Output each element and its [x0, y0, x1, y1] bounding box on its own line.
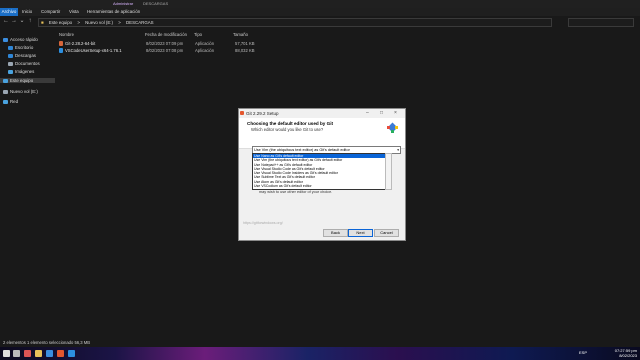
context-tab-label: Administrar	[113, 1, 134, 6]
tab-herramientas[interactable]: Herramientas de aplicación	[87, 9, 140, 14]
start-icon[interactable]	[3, 350, 10, 357]
address-bar[interactable]: ■ Este equipo > Nuevo vol (E:) > DESCARG…	[38, 18, 552, 27]
clock-date: 8/02/2023	[619, 353, 637, 358]
breadcrumb-drive[interactable]: Nuevo vol (E:)	[85, 20, 113, 25]
tab-inicio[interactable]: Inicio	[22, 9, 32, 14]
file-list-header: Nombre Fecha de modificación Tipo Tamaño	[56, 30, 640, 38]
taskbar-clock[interactable]: 07:27:59 pm 8/02/2023	[615, 348, 637, 358]
file-date: 8/02/2023 07:09 pm	[146, 41, 184, 46]
cancel-button[interactable]: Cancel	[374, 229, 399, 237]
editor-options-list[interactable]: Use Nano as Git's default editor Use Vim…	[252, 153, 387, 190]
search-input[interactable]	[568, 18, 634, 27]
close-icon[interactable]: ×	[394, 110, 397, 116]
back-button[interactable]: Back	[323, 229, 348, 237]
nav-label: Escritorio	[15, 45, 34, 50]
vscode-installer-icon	[59, 48, 63, 53]
nav-imagenes[interactable]: Imágenes	[8, 69, 34, 74]
next-button[interactable]: Next	[348, 229, 373, 237]
maximize-icon[interactable]: □	[380, 110, 383, 116]
language-indicator[interactable]: ESP	[579, 350, 587, 355]
forward-arrow-icon[interactable]: →	[10, 17, 18, 25]
dialog-title: Git 2.29.2 Setup	[246, 111, 279, 116]
nav-label: Documentos	[15, 61, 40, 66]
file-size: 88,032 KB	[235, 48, 255, 53]
vscode-taskbar-icon[interactable]	[68, 350, 75, 357]
column-header-date[interactable]: Fecha de modificación	[145, 32, 187, 37]
recent-chevron-icon[interactable]: ⌄	[18, 17, 26, 25]
nav-este-equipo[interactable]: Este equipo	[0, 78, 55, 83]
file-name: VSCodeUserSetup-x64-1.76.1	[65, 48, 122, 53]
nav-red[interactable]: Red	[3, 99, 18, 104]
window-title: DESCARGAS	[143, 1, 169, 6]
status-bar: 2 elementos 1 elemento seleccionado 56,3…	[0, 340, 640, 347]
dialog-heading: Choosing the default editor used by Git	[247, 121, 334, 126]
breadcrumb-separator: >	[118, 20, 121, 25]
gitforwindows-link[interactable]: https://gitforwindows.org/	[243, 221, 283, 225]
nav-label: Imágenes	[15, 69, 35, 74]
nav-label: Acceso rápido	[10, 37, 38, 42]
nav-escritorio[interactable]: Escritorio	[8, 45, 33, 50]
dialog-subheading: Which editor would you like Git to use?	[251, 127, 324, 132]
taskbar	[0, 347, 640, 360]
star-icon	[3, 37, 8, 42]
nav-drive[interactable]: Nuevo vol (E:)	[3, 89, 38, 94]
file-date: 8/02/2023 07:08 pm	[146, 48, 184, 53]
file-name: Git-2.28.2-64-bit	[65, 41, 96, 46]
git-logo-icon	[387, 122, 398, 133]
app-icon[interactable]	[24, 350, 31, 357]
download-icon	[8, 53, 13, 58]
nav-label: Descargas	[15, 53, 36, 58]
nav-label: Este equipo	[10, 78, 34, 83]
computer-icon	[3, 78, 8, 83]
nav-documentos[interactable]: Documentos	[8, 61, 40, 66]
tab-archivo[interactable]: Archivo	[0, 8, 18, 16]
folder-icon: ■	[41, 20, 44, 25]
git-installer-icon	[59, 41, 63, 46]
back-arrow-icon[interactable]: ←	[2, 17, 10, 25]
column-header-name[interactable]: Nombre	[59, 32, 74, 37]
nav-descargas[interactable]: Descargas	[8, 53, 36, 58]
editor-option[interactable]: Use VSCodium as Git's default editor	[253, 184, 386, 188]
up-arrow-icon[interactable]: ↑	[26, 17, 34, 25]
git-taskbar-icon[interactable]	[57, 350, 64, 357]
git-setup-dialog: Git 2.29.2 Setup – □ × Choosing the defa…	[238, 108, 406, 241]
git-icon	[240, 111, 244, 115]
breadcrumb-descargas[interactable]: DESCARGAS	[126, 20, 154, 25]
chevron-down-icon: ▾	[397, 148, 399, 152]
network-icon	[3, 99, 8, 104]
file-row[interactable]: VSCodeUserSetup-x64-1.76.1 8/02/2023 07:…	[57, 48, 267, 54]
file-row[interactable]: Git-2.28.2-64-bit 8/02/2023 07:09 pm Apl…	[57, 41, 267, 47]
column-header-type[interactable]: Tipo	[194, 32, 202, 37]
breadcrumb-separator: >	[77, 20, 80, 25]
breadcrumb-este-equipo[interactable]: Este equipo	[49, 20, 72, 25]
browser-icon[interactable]	[46, 350, 53, 357]
column-header-size[interactable]: Tamaño	[233, 32, 248, 37]
minimize-icon[interactable]: –	[366, 110, 369, 116]
list-scrollbar[interactable]	[385, 153, 392, 190]
dialog-note: may wish to use other editor of your cho…	[259, 190, 333, 194]
search-icon[interactable]	[13, 350, 20, 357]
file-size: 57,701 KB	[235, 41, 255, 46]
file-type: Aplicación	[195, 48, 215, 53]
desktop-icon	[8, 45, 13, 50]
drive-icon	[3, 89, 8, 94]
tab-compartir[interactable]: Compartir	[41, 9, 60, 14]
pictures-icon	[8, 69, 13, 74]
document-icon	[8, 61, 13, 66]
nav-label: Nuevo vol (E:)	[10, 89, 38, 94]
status-text: 2 elementos 1 elemento seleccionado 56,3…	[3, 340, 91, 345]
navigation-pane: Acceso rápido Escritorio Descargas Docum…	[0, 30, 55, 336]
file-type: Aplicación	[195, 41, 215, 46]
file-explorer-icon[interactable]	[35, 350, 42, 357]
tab-vista[interactable]: Vista	[69, 9, 79, 14]
nav-label: Red	[10, 99, 19, 104]
editor-dropdown-value: Use Vim (the ubiquitous text editor) as …	[254, 148, 350, 152]
title-bar	[0, 0, 640, 8]
nav-quick-access[interactable]: Acceso rápido	[3, 37, 38, 42]
